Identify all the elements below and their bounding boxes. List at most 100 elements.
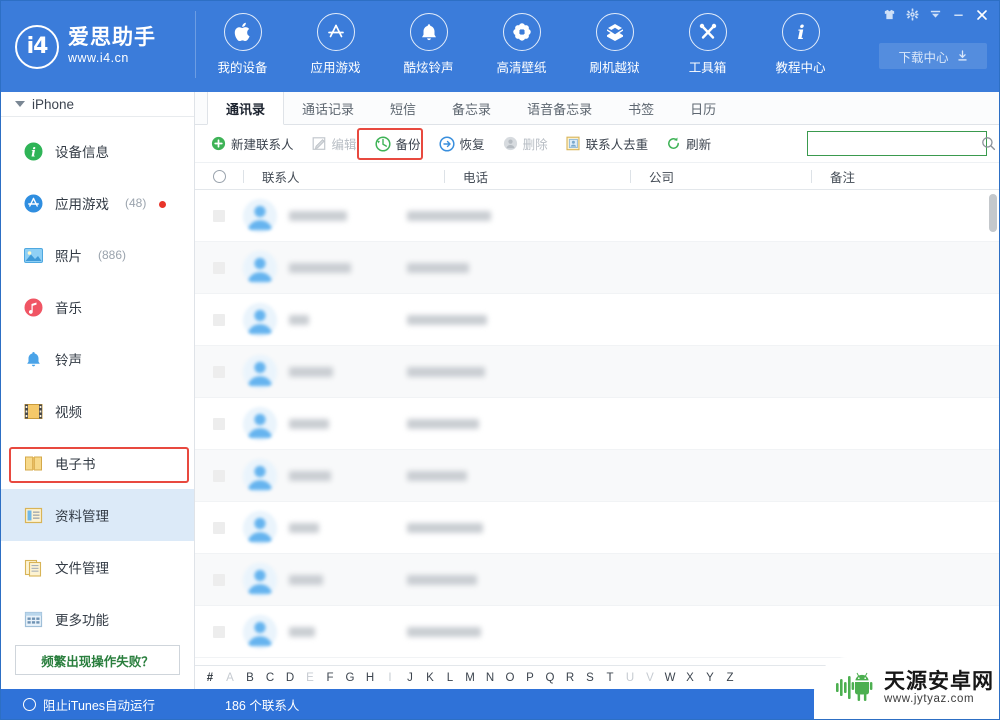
sidebar-item-data-management[interactable]: 资料管理 <box>1 489 194 541</box>
row-checkbox[interactable] <box>195 261 243 274</box>
tab-voice-memos[interactable]: 语音备忘录 <box>509 92 610 124</box>
alpha-index-x[interactable]: X <box>680 672 700 684</box>
alpha-index-d[interactable]: D <box>280 672 300 684</box>
dedupe-contacts-button[interactable]: 联系人去重 <box>558 130 657 157</box>
alpha-index-l[interactable]: L <box>440 672 460 684</box>
backup-button[interactable]: 备份 <box>367 130 429 157</box>
table-row[interactable] <box>195 242 999 294</box>
alpha-index-w[interactable]: W <box>660 672 680 684</box>
table-row[interactable] <box>195 606 999 658</box>
table-row[interactable] <box>195 190 999 242</box>
tab-calendar[interactable]: 日历 <box>672 92 734 124</box>
itunes-toggle[interactable]: 阻止iTunes自动运行 <box>1 695 195 714</box>
select-all-cell[interactable] <box>195 163 243 189</box>
gear-icon[interactable] <box>901 4 924 25</box>
alpha-index-s[interactable]: S <box>580 672 600 684</box>
tab-notes[interactable]: 备忘录 <box>434 92 509 124</box>
new-contact-button[interactable]: 新建联系人 <box>203 130 302 157</box>
nav-item-my-device[interactable]: 我的设备 <box>196 13 289 76</box>
column-header-contact[interactable]: 联系人 <box>244 163 444 189</box>
alpha-index-m[interactable]: M <box>460 672 480 684</box>
sidebar-item-ringtone[interactable]: 铃声 <box>1 333 194 385</box>
table-row[interactable] <box>195 554 999 606</box>
vertical-scrollbar[interactable] <box>989 194 997 232</box>
nav-item-flash-jailbreak[interactable]: 刷机越狱 <box>568 13 661 76</box>
sidebar-item-ebook[interactable]: 电子书 <box>1 437 194 489</box>
alpha-index-hash[interactable]: # <box>200 672 220 684</box>
table-row[interactable] <box>195 346 999 398</box>
minimize-icon[interactable] <box>947 4 970 25</box>
alpha-index-o[interactable]: O <box>500 672 520 684</box>
select-all-checkbox[interactable] <box>212 169 226 183</box>
sidebar-item-apps-games[interactable]: 应用游戏 (48) <box>1 177 194 229</box>
sidebar-item-photos[interactable]: 照片 (886) <box>1 229 194 281</box>
row-checkbox[interactable] <box>195 209 243 222</box>
column-header-note[interactable]: 备注 <box>812 163 999 189</box>
table-row[interactable] <box>195 398 999 450</box>
tab-sms[interactable]: 短信 <box>372 92 434 124</box>
nav-item-ringtones[interactable]: 酷炫铃声 <box>382 13 475 76</box>
alpha-index-v[interactable]: V <box>640 672 660 684</box>
download-center-button[interactable]: 下载中心 <box>879 43 987 69</box>
tab-contacts[interactable]: 通讯录 <box>207 92 285 125</box>
table-row[interactable] <box>195 502 999 554</box>
alpha-index-z[interactable]: Z <box>720 672 740 684</box>
search-icon[interactable] <box>981 136 1000 151</box>
row-checkbox-box[interactable] <box>213 625 225 638</box>
row-checkbox-box[interactable] <box>213 417 225 430</box>
device-selector[interactable]: iPhone <box>1 92 194 117</box>
nav-item-wallpapers[interactable]: 高清壁纸 <box>475 13 568 76</box>
row-checkbox[interactable] <box>195 313 243 326</box>
sidebar-item-video[interactable]: 视频 <box>1 385 194 437</box>
alpha-index-u[interactable]: U <box>620 672 640 684</box>
row-checkbox-box[interactable] <box>213 521 225 534</box>
alpha-index-b[interactable]: B <box>240 672 260 684</box>
column-header-phone[interactable]: 电话 <box>445 163 630 189</box>
alpha-index-i[interactable]: I <box>380 672 400 684</box>
contact-list[interactable] <box>195 190 999 665</box>
sidebar-item-device-info[interactable]: i 设备信息 <box>1 125 194 177</box>
sidebar-item-more-features[interactable]: 更多功能 <box>1 593 194 645</box>
nav-item-tutorials[interactable]: i 教程中心 <box>754 13 847 76</box>
tab-call-log[interactable]: 通话记录 <box>284 92 372 124</box>
table-row[interactable] <box>195 450 999 502</box>
search-box[interactable] <box>807 131 996 156</box>
row-checkbox-box[interactable] <box>213 365 225 378</box>
alpha-index-c[interactable]: C <box>260 672 280 684</box>
row-checkbox-box[interactable] <box>213 209 225 222</box>
sidebar-item-file-management[interactable]: 文件管理 <box>1 541 194 593</box>
shirt-icon[interactable] <box>878 4 901 25</box>
row-checkbox-box[interactable] <box>213 261 225 274</box>
table-row[interactable] <box>195 294 999 346</box>
alpha-index-t[interactable]: T <box>600 672 620 684</box>
radio-circle-icon[interactable] <box>23 697 36 711</box>
search-input[interactable] <box>808 132 981 155</box>
tab-bookmarks[interactable]: 书签 <box>610 92 672 124</box>
alpha-index-q[interactable]: Q <box>540 672 560 684</box>
row-checkbox[interactable] <box>195 521 243 534</box>
nav-item-apps-games[interactable]: 应用游戏 <box>289 13 382 76</box>
nav-item-toolbox[interactable]: 工具箱 <box>661 13 754 76</box>
row-checkbox[interactable] <box>195 573 243 586</box>
row-checkbox-box[interactable] <box>213 469 225 482</box>
column-header-company[interactable]: 公司 <box>631 163 811 189</box>
alpha-index-p[interactable]: P <box>520 672 540 684</box>
alpha-index-a[interactable]: A <box>220 672 240 684</box>
alpha-index-k[interactable]: K <box>420 672 440 684</box>
alpha-index-e[interactable]: E <box>300 672 320 684</box>
row-checkbox-box[interactable] <box>213 313 225 326</box>
alpha-index-g[interactable]: G <box>340 672 360 684</box>
row-checkbox[interactable] <box>195 469 243 482</box>
operation-fail-help-button[interactable]: 频繁出现操作失败？ <box>15 645 180 675</box>
alpha-index-j[interactable]: J <box>400 672 420 684</box>
alpha-index-y[interactable]: Y <box>700 672 720 684</box>
close-icon[interactable] <box>970 4 993 25</box>
alpha-index-n[interactable]: N <box>480 672 500 684</box>
alpha-index-h[interactable]: H <box>360 672 380 684</box>
refresh-button[interactable]: 刷新 <box>658 130 719 157</box>
alpha-index-r[interactable]: R <box>560 672 580 684</box>
row-checkbox[interactable] <box>195 625 243 638</box>
alpha-index-f[interactable]: F <box>320 672 340 684</box>
sidebar-item-music[interactable]: 音乐 <box>1 281 194 333</box>
row-checkbox[interactable] <box>195 417 243 430</box>
